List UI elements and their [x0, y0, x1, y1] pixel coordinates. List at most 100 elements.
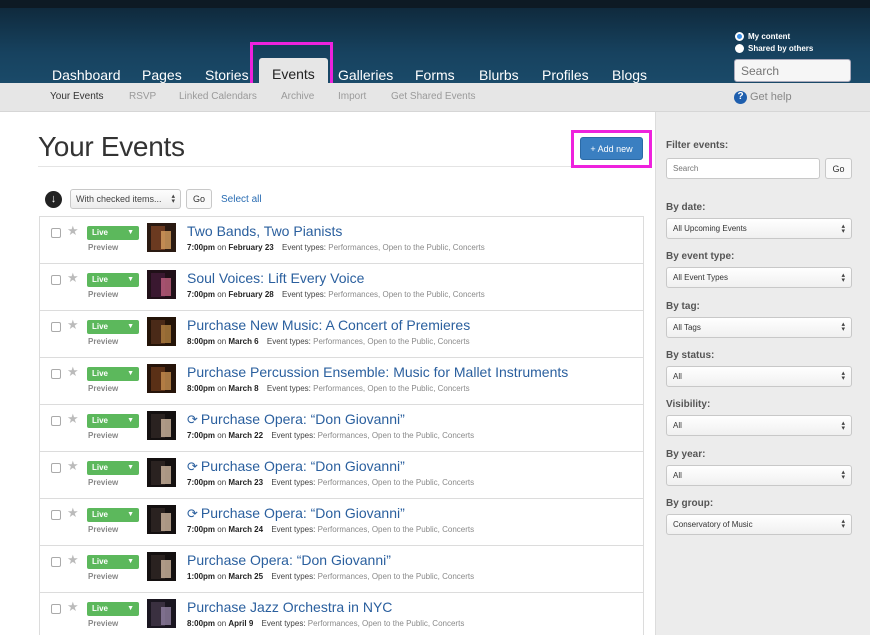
bulk-go-button[interactable]: Go: [186, 189, 212, 209]
star-icon[interactable]: ★: [67, 552, 79, 568]
select-arrows-icon: ▴ ▾: [841, 469, 845, 481]
star-icon[interactable]: ★: [67, 599, 79, 615]
subnav-import[interactable]: Import: [338, 83, 366, 111]
event-types-label: Event types:: [281, 290, 327, 299]
preview-link[interactable]: Preview: [88, 337, 118, 346]
event-title-link[interactable]: Purchase Opera: “Don Giovanni”: [187, 552, 391, 568]
event-types: Performances, Open to the Public, Concer…: [313, 384, 470, 393]
select-all-link[interactable]: Select all: [221, 194, 262, 205]
event-thumbnail[interactable]: [147, 223, 176, 252]
filter-search-input[interactable]: [666, 158, 820, 179]
event-title-link[interactable]: Two Bands, Two Pianists: [187, 223, 342, 239]
event-meta: 8:00pm on March 6 Event types: Performan…: [187, 337, 470, 346]
row-checkbox[interactable]: [51, 228, 61, 238]
event-title: Purchase Opera: “Don Giovanni”: [187, 552, 391, 568]
event-thumbnail[interactable]: [147, 505, 176, 534]
get-help-label: Get help: [750, 91, 792, 103]
status-dropdown[interactable]: Live ▼: [87, 461, 139, 475]
subnav-get-shared-events[interactable]: Get Shared Events: [391, 83, 476, 111]
event-thumbnail[interactable]: [147, 270, 176, 299]
event-types-label: Event types:: [271, 525, 316, 534]
title-divider: [38, 166, 643, 167]
preview-link[interactable]: Preview: [88, 478, 118, 487]
status-dropdown[interactable]: Live ▼: [87, 226, 139, 240]
row-checkbox[interactable]: [51, 369, 61, 379]
filter-select[interactable]: All Upcoming Events ▴ ▾: [666, 218, 852, 239]
event-thumbnail[interactable]: [147, 458, 176, 487]
star-icon[interactable]: ★: [67, 458, 79, 474]
event-title-link[interactable]: Soul Voices: Lift Every Voice: [187, 270, 364, 286]
star-icon[interactable]: ★: [67, 505, 79, 521]
status-dropdown[interactable]: Live ▼: [87, 508, 139, 522]
status-label: Live: [92, 463, 109, 472]
preview-link[interactable]: Preview: [88, 572, 118, 581]
preview-link[interactable]: Preview: [88, 290, 118, 299]
event-thumbnail[interactable]: [147, 317, 176, 346]
status-label: Live: [92, 416, 109, 425]
event-meta: 7:00pm on February 23 Event types: Perfo…: [187, 243, 485, 252]
preview-link[interactable]: Preview: [88, 431, 118, 440]
filter-label: By group:: [666, 497, 714, 509]
status-dropdown[interactable]: Live ▼: [87, 273, 139, 287]
preview-link[interactable]: Preview: [88, 619, 118, 628]
event-title-link[interactable]: Purchase New Music: A Concert of Premier…: [187, 317, 470, 333]
event-thumbnail[interactable]: [147, 599, 176, 628]
event-thumbnail[interactable]: [147, 411, 176, 440]
preview-link[interactable]: Preview: [88, 525, 118, 534]
radio-unchecked-icon[interactable]: [735, 43, 744, 53]
star-icon[interactable]: ★: [67, 317, 79, 333]
event-title-link[interactable]: ⟳ Purchase Opera: “Don Giovanni”: [187, 458, 405, 475]
filter-select[interactable]: All Event Types ▴ ▾: [666, 267, 852, 289]
status-label: Live: [92, 275, 109, 284]
status-label: Live: [92, 322, 109, 331]
event-thumbnail[interactable]: [147, 552, 176, 581]
row-checkbox[interactable]: [51, 463, 61, 473]
add-new-button[interactable]: + Add new: [580, 137, 643, 160]
status-dropdown[interactable]: Live ▼: [87, 367, 139, 381]
search-input[interactable]: [734, 59, 851, 82]
star-icon[interactable]: ★: [67, 411, 79, 427]
filter-select[interactable]: All ▴ ▾: [666, 365, 852, 387]
status-dropdown[interactable]: Live ▼: [87, 414, 139, 428]
filter-select[interactable]: All ▴ ▾: [666, 415, 852, 437]
event-title-link[interactable]: ⟳ Purchase Opera: “Don Giovanni”: [187, 411, 405, 428]
event-thumbnail[interactable]: [147, 364, 176, 393]
status-dropdown[interactable]: Live ▼: [87, 602, 139, 616]
event-types-label: Event types:: [271, 431, 316, 440]
caret-down-icon: ▼: [127, 370, 134, 377]
radio-checked-icon[interactable]: [735, 31, 744, 41]
filter-go-button[interactable]: Go: [825, 158, 852, 179]
event-types: Performances, Open to the Public, Concer…: [317, 572, 475, 581]
filter-events-label: Filter events:: [666, 140, 729, 151]
event-title-link[interactable]: Purchase Jazz Orchestra in NYC: [187, 599, 392, 615]
filter-select[interactable]: All Tags ▴ ▾: [666, 316, 852, 338]
status-dropdown[interactable]: Live ▼: [87, 320, 139, 334]
star-icon[interactable]: ★: [67, 223, 79, 239]
subnav-rsvp[interactable]: RSVP: [129, 83, 156, 111]
preview-link[interactable]: Preview: [88, 243, 118, 252]
event-title-link[interactable]: Purchase Percussion Ensemble: Music for …: [187, 364, 568, 380]
event-title-link[interactable]: ⟳ Purchase Opera: “Don Giovanni”: [187, 505, 405, 522]
filter-select[interactable]: All ▴ ▾: [666, 464, 852, 486]
row-checkbox[interactable]: [51, 416, 61, 426]
status-dropdown[interactable]: Live ▼: [87, 555, 139, 569]
row-checkbox[interactable]: [51, 510, 61, 520]
event-date: March 25: [228, 572, 264, 581]
subnav-archive[interactable]: Archive: [281, 83, 314, 111]
star-icon[interactable]: ★: [67, 364, 79, 380]
preview-link[interactable]: Preview: [88, 384, 118, 393]
subnav-linked-calendars[interactable]: Linked Calendars: [179, 83, 257, 111]
row-checkbox[interactable]: [51, 275, 61, 285]
star-icon[interactable]: ★: [67, 270, 79, 286]
subnav-your-events[interactable]: Your Events: [50, 83, 104, 111]
bulk-action-select[interactable]: With checked items... ▴ ▾: [70, 189, 181, 209]
filter-label: By event type:: [666, 251, 735, 263]
radio-shared[interactable]: Shared by others: [735, 42, 813, 54]
row-checkbox[interactable]: [51, 557, 61, 567]
radio-my-content[interactable]: My content: [735, 30, 813, 42]
get-help-link[interactable]: ? Get help: [734, 83, 792, 111]
select-arrows-icon: ▴ ▾: [841, 370, 845, 383]
row-checkbox[interactable]: [51, 322, 61, 332]
filter-select[interactable]: Conservatory of Music ▴ ▾: [666, 513, 852, 535]
row-checkbox[interactable]: [51, 604, 61, 614]
